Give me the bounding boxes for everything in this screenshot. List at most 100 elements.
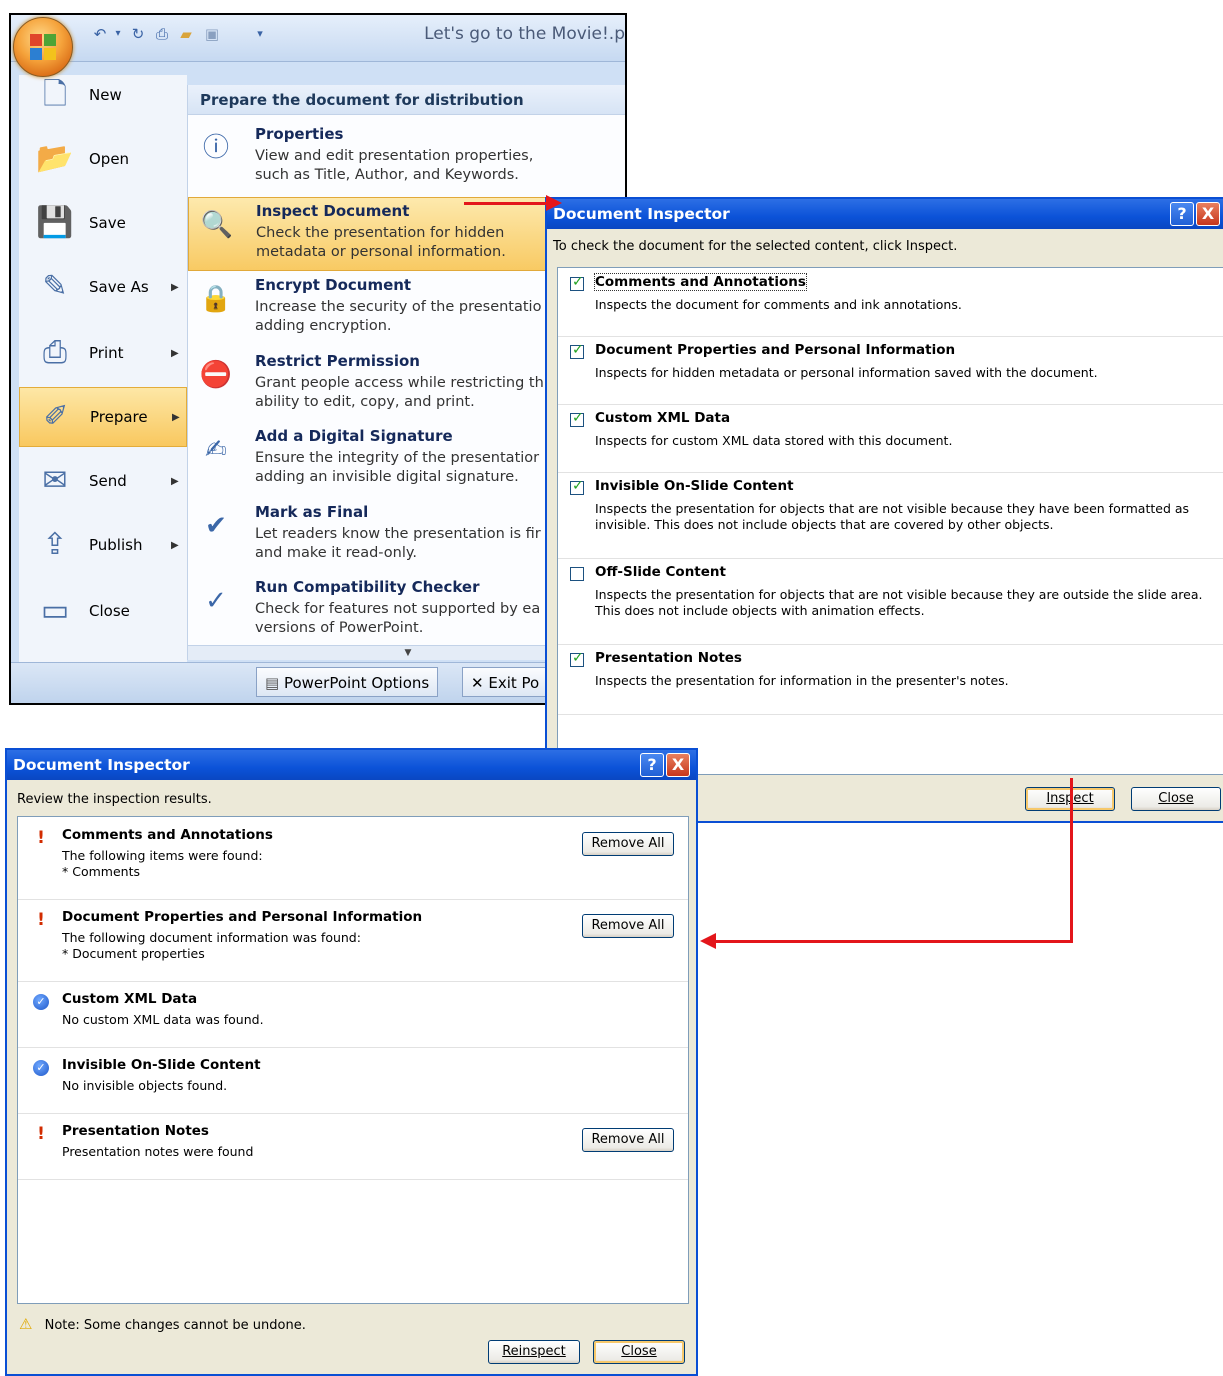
- print-preview-icon[interactable]: ⎙: [153, 25, 171, 43]
- prepare-submenu-header: Prepare the document for distribution: [188, 85, 625, 115]
- option-checkbox[interactable]: ✓: [570, 274, 584, 291]
- menu-item-prepare[interactable]: ✐ Prepare ▶: [19, 387, 187, 447]
- result-row: ✓ Custom XML Data No custom XML data was f…: [18, 981, 688, 1048]
- submenu-arrow-icon: ▶: [171, 475, 179, 487]
- window-title: Let's go to the Movie!.p: [424, 24, 625, 44]
- menu-item-label: Close: [89, 602, 130, 620]
- mark-final-icon: ✔: [205, 510, 227, 541]
- inspection-options-list: ✓ Comments and Annotations Inspects the do…: [557, 267, 1223, 775]
- menu-item-publish[interactable]: ⇪ Publish ▶: [19, 515, 187, 575]
- publish-icon: ⇪: [42, 527, 68, 562]
- results-close-button[interactable]: Close: [593, 1340, 685, 1364]
- office-button[interactable]: [13, 17, 73, 77]
- menu-item-save[interactable]: 💾 Save: [19, 193, 187, 253]
- open-folder-icon: 📂: [36, 141, 74, 176]
- menu-item-close[interactable]: ▭ Close: [19, 581, 187, 641]
- open-icon[interactable]: ▰: [177, 25, 195, 43]
- close-button-label: Close: [1158, 791, 1194, 806]
- menu-item-save-as[interactable]: ✎ Save As ▶: [19, 257, 187, 317]
- menu-item-label: Print: [89, 344, 124, 362]
- undo-icon[interactable]: ↶: [91, 25, 109, 43]
- option-checkbox[interactable]: ✓: [570, 342, 584, 359]
- properties-icon: ⓘ: [202, 133, 229, 163]
- office-menu-footer: ▤ PowerPoint Options ✕ Exit Po: [11, 662, 625, 703]
- option-title[interactable]: Invisible On-Slide Content: [595, 478, 794, 494]
- results-help-button[interactable]: ?: [640, 753, 664, 777]
- send-icon: ✉: [42, 463, 68, 498]
- submenu-arrow-icon: ▶: [172, 411, 180, 423]
- undo-dropdown-icon[interactable]: ▾: [109, 25, 127, 43]
- encrypt-lock-icon: 🔒: [199, 284, 233, 314]
- menu-item-label: Prepare: [90, 408, 148, 426]
- prepare-item-title: Add a Digital Signature: [255, 427, 453, 445]
- redo-icon[interactable]: ↻: [129, 25, 147, 43]
- restrict-permission-icon: ⛔: [199, 359, 233, 390]
- option-checkbox[interactable]: [570, 567, 584, 581]
- help-button[interactable]: ?: [1170, 202, 1194, 226]
- option-title[interactable]: Custom XML Data: [595, 410, 730, 426]
- warning-note-text: Note: Some changes cannot be undone.: [44, 1318, 306, 1333]
- submenu-arrow-icon: ▶: [171, 347, 179, 359]
- checkmark-icon: ✓: [572, 478, 584, 494]
- result-description: No custom XML data was found.: [62, 1012, 264, 1027]
- option-checkbox[interactable]: ✓: [570, 410, 584, 427]
- result-row: ! Document Properties and Personal Inform…: [18, 899, 688, 982]
- powerpoint-options-button[interactable]: ▤ PowerPoint Options: [256, 667, 439, 697]
- option-title[interactable]: Comments and Annotations: [594, 273, 807, 291]
- results-list: ! Comments and Annotations The following i…: [17, 816, 689, 1304]
- prepare-item-properties[interactable]: ⓘ Properties View and edit presentation pr…: [188, 121, 625, 195]
- office-menu-window: ↶ ▾ ↻ ⎙ ▰ ▣ ▾ Let's go to the Movie!.p P…: [9, 13, 627, 705]
- annotation-arrow-1-head: [546, 195, 562, 211]
- exclamation-icon: !: [37, 910, 45, 930]
- customize-qat-icon[interactable]: ▾: [251, 25, 269, 43]
- qat-extra-icon[interactable]: ▣: [203, 25, 221, 43]
- office-logo-icon: [30, 34, 56, 60]
- checkmark-icon: ✓: [572, 410, 584, 426]
- result-title: Comments and Annotations: [62, 827, 273, 843]
- exit-powerpoint-label: Exit Po: [488, 674, 540, 692]
- prepare-item-title: Mark as Final: [255, 502, 369, 521]
- menu-item-label: Save As: [89, 278, 149, 296]
- close-button[interactable]: Close: [1131, 787, 1221, 811]
- option-description: Inspects the presentation for objects th…: [595, 587, 1203, 618]
- results-dialog-title: Document Inspector: [13, 756, 190, 774]
- option-checkbox[interactable]: ✓: [570, 478, 584, 495]
- prepare-item-description: View and edit presentation properties, s…: [255, 148, 534, 183]
- checkmark-icon: ✓: [572, 650, 584, 666]
- inspect-option-row: ✓ Comments and Annotations Inspects the do…: [558, 268, 1223, 337]
- annotation-arrow-2-vertical: [1070, 778, 1073, 943]
- remove-all-button[interactable]: Remove All: [582, 914, 674, 938]
- menu-item-open[interactable]: 📂 Open: [19, 129, 187, 189]
- menu-item-label: Publish: [89, 536, 143, 554]
- remove-all-button[interactable]: Remove All: [582, 832, 674, 856]
- menu-item-print[interactable]: ⎙ Print ▶: [19, 323, 187, 383]
- result-title: Document Properties and Personal Informa…: [62, 909, 423, 925]
- prepare-icon: ✐: [43, 399, 69, 434]
- prepare-item-title: Properties: [255, 125, 344, 143]
- close-folder-icon: ▭: [40, 593, 70, 628]
- result-description: Presentation notes were found: [62, 1144, 254, 1159]
- prepare-item-title: Restrict Permission: [255, 351, 420, 370]
- checkmark-circle-icon: ✓: [33, 1060, 49, 1076]
- option-checkbox[interactable]: ✓: [570, 650, 584, 667]
- option-title[interactable]: Off-Slide Content: [595, 564, 726, 580]
- options-icon: ▤: [265, 674, 280, 692]
- remove-all-button[interactable]: Remove All: [582, 1128, 674, 1152]
- checkmark-icon: ✓: [572, 342, 584, 358]
- results-instruction: Review the inspection results.: [17, 792, 212, 807]
- save-disk-icon: 💾: [36, 205, 74, 240]
- menu-item-send[interactable]: ✉ Send ▶: [19, 451, 187, 511]
- reinspect-button[interactable]: Reinspect: [488, 1340, 580, 1364]
- annotation-arrow-1-line: [464, 202, 549, 205]
- option-description: Inspects the document for comments and i…: [595, 297, 962, 312]
- document-inspector-dialog: Document Inspector ? X To check the docu…: [545, 197, 1223, 823]
- option-title[interactable]: Document Properties and Personal Informa…: [595, 342, 955, 358]
- submenu-arrow-icon: ▶: [171, 539, 179, 551]
- option-title[interactable]: Presentation Notes: [595, 650, 742, 666]
- result-row: ! Presentation Notes Presentation notes we…: [18, 1113, 688, 1180]
- exclamation-icon: !: [37, 1124, 45, 1144]
- annotation-arrow-2-horizontal: [714, 940, 1073, 943]
- results-close-dialog-button[interactable]: X: [666, 753, 690, 777]
- result-title: Invisible On-Slide Content: [62, 1057, 261, 1073]
- close-dialog-button[interactable]: X: [1196, 202, 1220, 226]
